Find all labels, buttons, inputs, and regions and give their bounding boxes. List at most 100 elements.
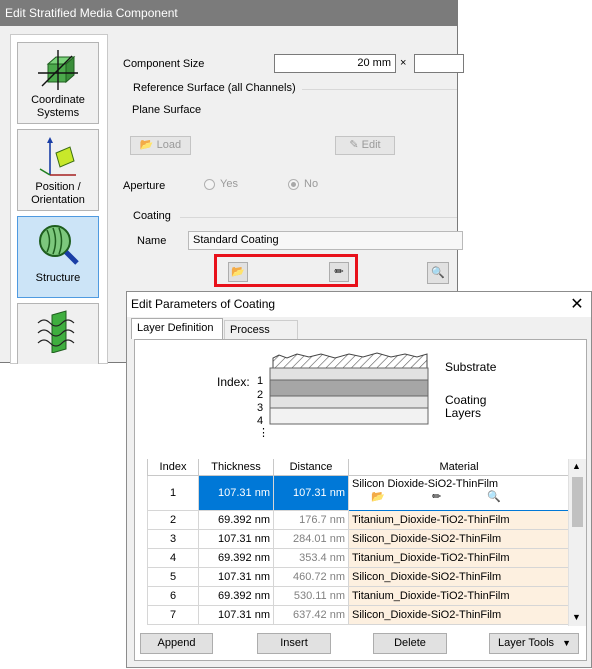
table-row[interactable]: 4 69.392 nm 353.4 nm Titanium_Dioxide-Ti… [147,548,570,568]
material-actions: 📂 ✏ 🔍 [352,490,566,506]
aperture-label: Aperture [123,180,166,192]
medium-icon [37,310,75,353]
component-sidebar: Coordinate Systems Position / Orientatio… [10,34,108,364]
sidebar-label: Position / Orientation [31,181,85,206]
dialog-title: Edit Parameters of Coating [127,292,591,317]
scroll-down-icon[interactable]: ▼ [572,612,581,622]
group-divider [302,89,457,90]
close-icon[interactable]: ✕ [567,295,587,315]
cell-material[interactable]: Titanium_Dioxide-TiO2-ThinFilm [348,586,570,606]
column-header-thickness[interactable]: Thickness [198,459,274,476]
component-size-input[interactable]: 20 mm [274,54,396,73]
magnifier-icon: 🔍 [431,267,445,279]
sidebar-item-structure[interactable]: Structure [17,216,99,298]
table-row[interactable]: 6 69.392 nm 530.11 nm Titanium_Dioxide-T… [147,586,570,606]
index-1: 1 [257,375,264,387]
cell-distance[interactable]: 284.01 nm [273,529,349,549]
cell-index[interactable]: 1 [147,475,199,511]
aperture-no-label: No [304,178,319,190]
cell-material[interactable]: Titanium_Dioxide-TiO2-ThinFilm [348,548,570,568]
cell-material[interactable]: Silicon_Dioxide-SiO2-ThinFilm [348,567,570,587]
sidebar-item-position-orientation[interactable]: Position / Orientation [17,129,99,211]
tab-process-data[interactable]: Process Data [224,320,298,354]
cell-distance[interactable]: 460.72 nm [273,567,349,587]
table-row[interactable]: 5 107.31 nm 460.72 nm Silicon_Dioxide-Si… [147,567,570,587]
cell-index[interactable]: 7 [147,605,199,625]
sidebar-item-medium[interactable] [17,303,99,364]
column-header-distance[interactable]: Distance [273,459,349,476]
folder-icon[interactable]: 📂 [371,490,385,503]
append-button[interactable]: Append [140,633,213,654]
cell-distance[interactable]: 637.42 nm [273,605,349,625]
cell-material[interactable]: Silicon Dioxide-SiO2-ThinFilm 📂 ✏ 🔍 [348,475,570,511]
reference-surface-label: Reference Surface (all Channels) [133,82,296,94]
folder-icon: 📂 [139,139,154,151]
coating-label: Coating [133,210,171,222]
table-row[interactable]: 7 107.31 nm 637.42 nm Silicon_Dioxide-Si… [147,605,570,625]
cell-distance[interactable]: 107.31 nm [273,475,349,511]
cell-thickness[interactable]: 69.392 nm [198,586,274,606]
cell-distance[interactable]: 176.7 nm [273,510,349,530]
edit-coating-button[interactable]: ✏ [329,262,349,282]
folder-icon: 📂 [231,266,245,278]
cell-index[interactable]: 2 [147,510,199,530]
cell-index[interactable]: 3 [147,529,199,549]
edit-label: Edit [361,139,381,151]
table-row[interactable]: 3 107.31 nm 284.01 nm Silicon_Dioxide-Si… [147,529,570,549]
column-header-material[interactable]: Material [348,459,570,476]
dropdown-arrow-icon: ▼ [562,638,571,648]
sidebar-label: Structure [35,272,81,284]
layer-table: Index Thickness Distance Material 1 107.… [147,459,570,625]
aperture-yes-radio[interactable] [204,179,215,190]
coating-name-field[interactable]: Standard Coating [188,231,463,250]
table-row[interactable]: 2 69.392 nm 176.7 nm Titanium_Dioxide-Ti… [147,510,570,530]
cell-thickness[interactable]: 107.31 nm [198,605,274,625]
times-sign: × [400,57,407,69]
reference-surface-value: Plane Surface [132,104,202,116]
index-label: Index: [217,375,250,389]
cell-material[interactable]: Silicon_Dioxide-SiO2-ThinFilm [348,605,570,625]
insert-button[interactable]: Insert [257,633,331,654]
tab-layer-definition[interactable]: Layer Definition [131,318,223,339]
coating-layers-label: Coating Layers [445,393,487,420]
edit-surface-button[interactable]: ✎ Edit [335,136,395,155]
component-size-input-2[interactable] [414,54,464,73]
cell-index[interactable]: 5 [147,567,199,587]
index-3: 3 [257,402,264,414]
load-surface-button[interactable]: 📂 Load [130,136,191,155]
index-2: 2 [257,389,264,401]
cell-material[interactable]: Silicon_Dioxide-SiO2-ThinFilm [348,529,570,549]
layer-tools-button[interactable]: Layer Tools ▼ [489,633,579,654]
pencil-icon[interactable]: ✏ [432,490,441,503]
cell-index[interactable]: 4 [147,548,199,568]
table-row[interactable]: 1 107.31 nm 107.31 nm Silicon Dioxide-Si… [147,475,570,511]
load-coating-button[interactable]: 📂 [228,262,248,282]
layer-stack-illustration [269,352,429,425]
scroll-up-icon[interactable]: ▲ [572,461,581,471]
cell-thickness[interactable]: 69.392 nm [198,548,274,568]
dialog-title: Edit Stratified Media Component [0,0,457,26]
aperture-yes-label: Yes [220,178,238,190]
cell-distance[interactable]: 530.11 nm [273,586,349,606]
sidebar-label: Coordinate Systems [31,94,85,119]
delete-button[interactable]: Delete [373,633,447,654]
view-coating-button[interactable]: 🔍 [427,262,449,284]
magnifier-icon[interactable]: 🔍 [487,490,501,503]
pencil-icon: ✏ [334,266,344,278]
cell-material[interactable]: Titanium_Dioxide-TiO2-ThinFilm [348,510,570,530]
aperture-no-radio[interactable] [288,179,299,190]
cell-thickness[interactable]: 69.392 nm [198,510,274,530]
cell-index[interactable]: 6 [147,586,199,606]
column-header-index[interactable]: Index [147,459,199,476]
position-orientation-icon [39,137,76,176]
scroll-thumb[interactable] [572,477,583,527]
coordinate-systems-icon [38,50,78,90]
cell-thickness[interactable]: 107.31 nm [198,475,274,511]
structure-icon [39,225,79,265]
table-scrollbar[interactable]: ▲ ▼ [568,459,586,626]
cell-distance[interactable]: 353.4 nm [273,548,349,568]
sidebar-item-coordinate-systems[interactable]: Coordinate Systems [17,42,99,124]
cell-thickness[interactable]: 107.31 nm [198,567,274,587]
index-more: ⋮ [258,427,269,439]
cell-thickness[interactable]: 107.31 nm [198,529,274,549]
